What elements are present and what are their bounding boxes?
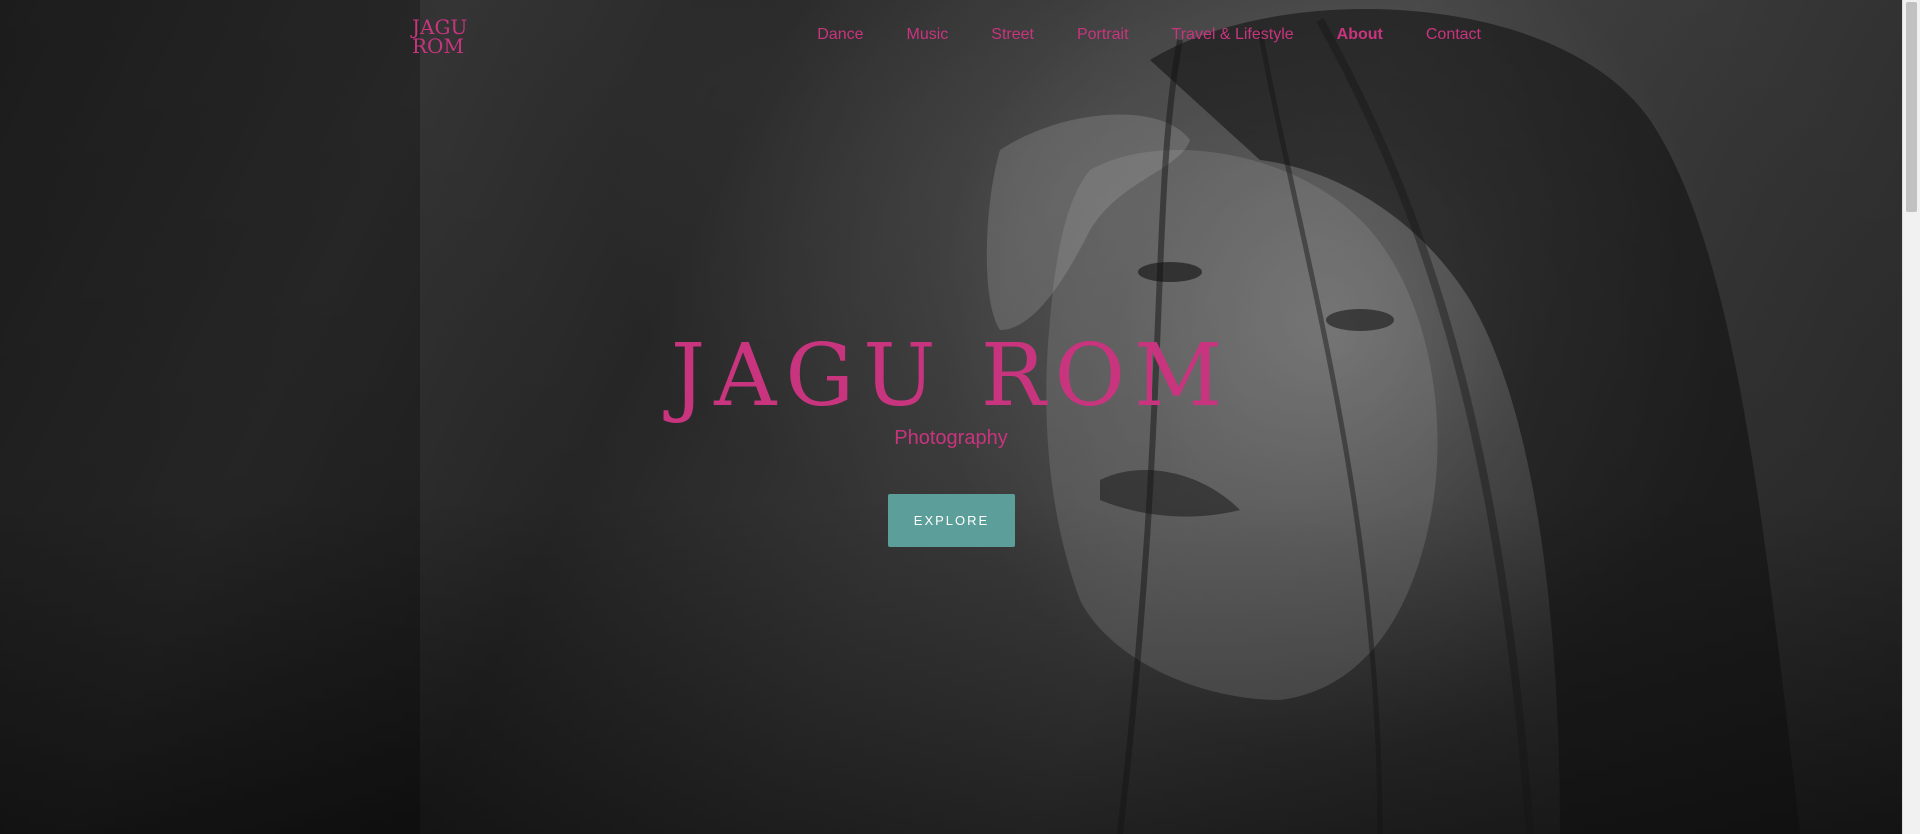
nav-item-street[interactable]: Street: [991, 26, 1034, 44]
nav-item-music[interactable]: Music: [906, 26, 948, 44]
nav-item-portrait[interactable]: Portrait: [1077, 26, 1129, 44]
site-logo[interactable]: JAGU ROM: [412, 17, 472, 58]
nav-item-about[interactable]: About: [1337, 26, 1383, 44]
nav-item-contact[interactable]: Contact: [1426, 26, 1481, 44]
nav-item-dance[interactable]: Dance: [817, 26, 863, 44]
site-header: JAGU ROM Dance Music Street Portrait Tra…: [0, 0, 1902, 76]
page-scrollbar[interactable]: [1902, 0, 1920, 834]
hero-subtitle: Photography: [894, 427, 1008, 449]
logo-line-2: ROM: [412, 34, 464, 58]
main-navigation: Dance Music Street Portrait Travel & Lif…: [774, 26, 1481, 44]
explore-button[interactable]: EXPLORE: [888, 494, 1015, 547]
nav-item-travel-lifestyle[interactable]: Travel & Lifestyle: [1172, 26, 1294, 44]
page: JAGU ROM Dance Music Street Portrait Tra…: [0, 0, 1920, 834]
scrollbar-thumb[interactable]: [1906, 2, 1917, 212]
hero-title: JAGU ROM: [670, 326, 1232, 426]
